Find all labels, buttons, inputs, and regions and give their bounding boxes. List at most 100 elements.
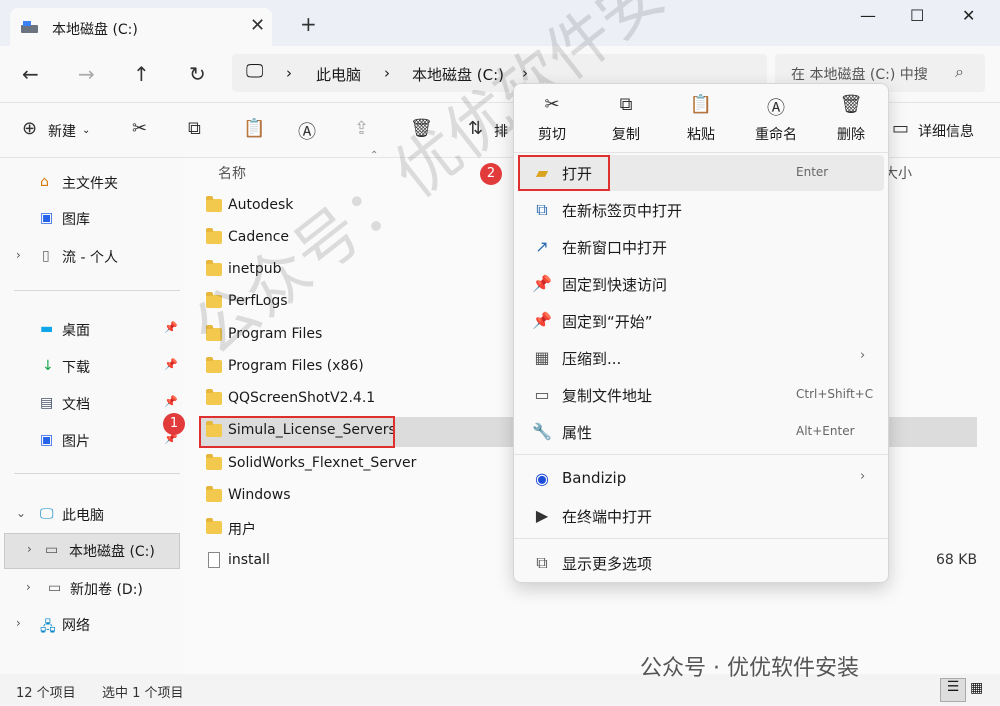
search-icon: ⌕ [955,62,964,81]
zip-icon: ▦ [534,348,550,367]
highlight-box-selected-folder [199,416,395,448]
sidebar-item-this-pc[interactable]: ⌄ 🖵 此电脑 [0,498,183,532]
sidebar-item-downloads[interactable]: ↓ 下载 📌 [0,350,183,384]
sidebar-item-label: 网络 [62,618,90,634]
sidebar-item-home[interactable]: ⌂ 主文件夹 [0,166,183,200]
close-window-button[interactable]: ✕ [962,6,975,25]
sidebar-item-local-disk-c[interactable]: › ▭ 本地磁盘 (C:) [4,533,180,569]
gallery-icon: ▣ [40,210,54,226]
cut-icon[interactable]: ✂ [132,118,147,139]
context-action-label: 粘贴 [687,127,715,143]
menu-item-compress[interactable]: ▦ 压缩到... › [518,340,884,376]
new-icon[interactable]: ⊕ [22,118,37,139]
menu-item-pin-quick-access[interactable]: 📌 固定到快速访问 [518,266,884,302]
sidebar-item-stream[interactable]: › ▯ 流 - 个人 [0,240,183,274]
chevron-right-icon[interactable]: › [16,248,21,262]
menu-item-label: 复制文件地址 [562,387,653,405]
sidebar-item-label: 文档 [62,397,90,413]
rename-icon[interactable]: Ⓐ [298,118,316,144]
refresh-icon[interactable]: ↻ [189,62,206,86]
details-pane-icon[interactable]: ▭ [892,118,909,139]
file-name: Windows [228,487,291,503]
tab-close-icon[interactable]: ✕ [250,15,265,36]
new-window-icon: ↗ [535,237,549,256]
details-view-icon[interactable]: ☰ [940,678,966,702]
context-paste-button[interactable]: 📋 粘贴 [671,94,731,144]
folder-icon [206,228,222,244]
new-tab-button[interactable]: + [300,12,317,36]
tab-title: 本地磁盘 (C:) [52,22,138,38]
back-icon[interactable]: ← [22,62,39,86]
forward-icon[interactable]: → [78,62,95,86]
menu-separator [514,538,888,539]
chevron-down-icon[interactable]: ⌄ [16,506,26,520]
sidebar-item-drive-d[interactable]: › ▭ 新加卷 (D:) [0,572,183,606]
menu-item-show-more[interactable]: ⧉ 显示更多选项 [518,545,884,581]
menu-item-properties[interactable]: 🔧 属性 Alt+Enter [518,414,884,450]
search-input[interactable]: 在 本地磁盘 (C:) 中搜 [791,64,951,84]
pin-icon[interactable]: 📌 [164,358,178,371]
new-tab-icon: ⧉ [536,200,548,219]
rename-icon: Ⓐ [767,98,785,119]
sidebar-item-gallery[interactable]: ▣ 图库 [0,202,183,236]
chevron-right-icon[interactable]: › [27,542,32,556]
sidebar-item-label: 下载 [62,360,90,376]
up-icon[interactable]: ↑ [133,62,150,86]
tab-local-disk-c[interactable]: 本地磁盘 (C:) ✕ [10,8,272,46]
sidebar-item-documents[interactable]: ▤ 文档 📌 [0,387,183,421]
copy-icon: ⧉ [619,94,633,115]
sidebar-divider [14,290,180,291]
pin-icon[interactable]: 📌 [164,321,178,334]
sidebar-item-pictures[interactable]: ▣ 图片 📌 [0,424,183,458]
menu-item-shortcut: Enter [796,165,829,179]
maximize-button[interactable]: ☐ [910,6,924,25]
menu-item-copy-path[interactable]: ▭ 复制文件地址 Ctrl+Shift+C [518,377,884,413]
context-delete-button[interactable]: 🗑 删除 [821,94,881,144]
column-header-name[interactable]: 名称 [218,163,246,183]
copy-icon[interactable]: ⧉ [188,118,201,139]
chevron-right-icon[interactable]: › [16,616,21,630]
menu-item-label: 显示更多选项 [562,555,653,573]
menu-item-open-new-tab[interactable]: ⧉ 在新标签页中打开 [518,192,884,228]
paste-icon[interactable]: 📋 [243,118,265,139]
menu-item-label: Bandizip [562,469,627,487]
chevron-down-icon[interactable]: ⌄ [82,125,90,136]
tiles-view-icon[interactable]: ▦ [970,680,983,696]
file-name: QQScreenShotV2.4.1 [228,390,376,406]
menu-item-label: 在终端中打开 [562,508,653,526]
paste-icon: 📋 [689,94,713,115]
context-cut-button[interactable]: ✂ 剪切 [522,94,582,144]
item-count: 12 个项目 [16,686,76,701]
bandizip-icon: ◉ [535,469,549,488]
watermark-bottom: 公众号 · 优优软件安装 [640,656,859,681]
breadcrumb-this-pc[interactable]: 此电脑 [316,64,361,85]
sidebar-item-network[interactable]: › 🖧 网络 [0,608,183,642]
sidebar-item-label: 本地磁盘 (C:) [69,544,155,560]
drive-icon: ▭ [45,542,59,558]
context-rename-button[interactable]: Ⓐ 重命名 [746,94,806,144]
pin-icon[interactable]: 📌 [164,395,178,408]
share-icon[interactable]: ⇪ [354,118,369,139]
new-button[interactable]: 新建 [48,121,76,141]
menu-item-open-terminal[interactable]: ▶ 在终端中打开 [518,498,884,534]
sidebar-item-label: 流 - 个人 [62,250,118,266]
sidebar-item-label: 主文件夹 [62,176,118,192]
menu-item-label: 固定到“开始” [562,313,653,331]
pin-icon: 📌 [532,311,552,330]
context-copy-button[interactable]: ⧉ 复制 [596,94,656,144]
menu-item-open-new-window[interactable]: ↗ 在新窗口中打开 [518,229,884,265]
minimize-button[interactable]: — [860,6,876,25]
menu-item-label: 在新标签页中打开 [562,202,683,220]
context-menu: ✂ 剪切 ⧉ 复制 📋 粘贴 Ⓐ 重命名 🗑 删除 ▰ 打开 Enter ⧉ 在… [513,83,889,583]
folder-icon [206,454,222,470]
network-icon: 🖧 [40,619,56,635]
file-name: 用户 [228,522,256,538]
menu-item-bandizip[interactable]: ◉ Bandizip › [518,461,884,497]
menu-item-pin-start[interactable]: 📌 固定到“开始” [518,303,884,339]
details-button[interactable]: 详细信息 [918,121,974,141]
sidebar-item-desktop[interactable]: ▬ 桌面 📌 [0,313,183,347]
chevron-right-icon[interactable]: › [26,580,31,594]
menu-item-shortcut: Alt+Enter [796,424,855,438]
menu-item-label: 在新窗口中打开 [562,239,668,257]
menu-item-shortcut: Ctrl+Shift+C [796,387,874,401]
